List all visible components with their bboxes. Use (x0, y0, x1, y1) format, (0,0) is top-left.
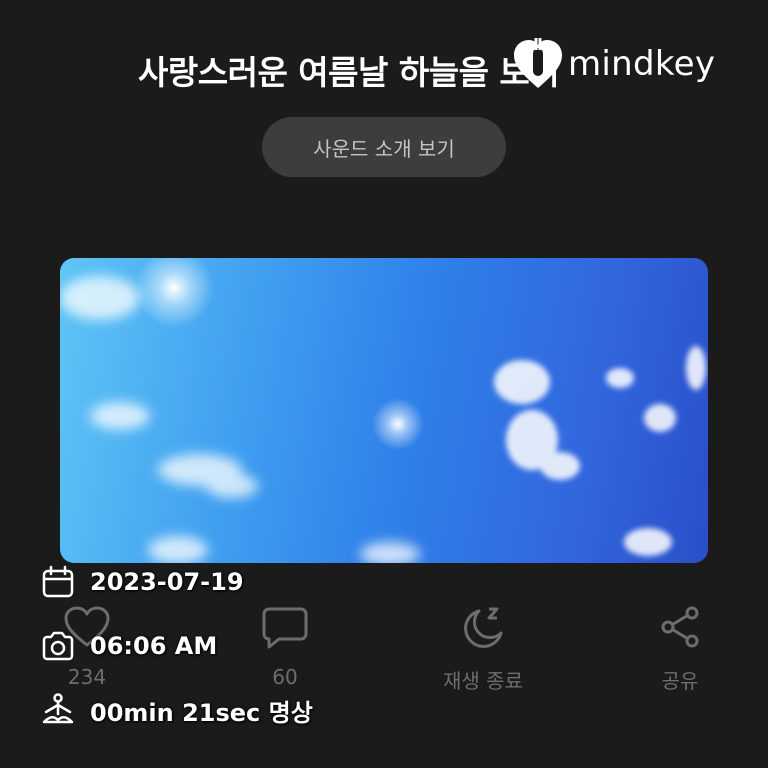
duration-row: 00min 21sec 명상 (40, 692, 313, 728)
comment-icon[interactable] (261, 605, 309, 649)
like-count: 234 (67, 665, 107, 689)
comment-action[interactable]: 60 (225, 605, 345, 689)
camera-icon (40, 628, 76, 664)
comment-count: 60 (272, 665, 298, 689)
calendar-icon (40, 564, 76, 600)
time-text: 06:06 AM (90, 632, 218, 660)
sleep-timer-action[interactable]: 재생 종료 (423, 605, 543, 694)
share-action[interactable]: 공유 (620, 605, 740, 694)
watermark: mindkey (512, 36, 715, 92)
sound-intro-button[interactable]: 사운드 소개 보기 (262, 117, 506, 177)
meditation-icon (40, 692, 76, 728)
duration-text: 00min 21sec 명상 (90, 698, 313, 727)
sleep-timer-label: 재생 종료 (443, 669, 523, 693)
date-text: 2023-07-19 (90, 568, 244, 596)
share-label: 공유 (661, 669, 699, 693)
date-row: 2023-07-19 (40, 564, 244, 600)
sky-image (60, 258, 708, 563)
heart-lock-icon (512, 36, 564, 92)
time-row: 06:06 AM (40, 628, 217, 664)
share-icon[interactable] (656, 605, 704, 649)
watermark-text: mindkey (568, 44, 716, 84)
page-title: 사랑스러운 여름날 하늘을 보며 (138, 53, 560, 92)
sleep-moon-icon[interactable] (459, 605, 507, 649)
